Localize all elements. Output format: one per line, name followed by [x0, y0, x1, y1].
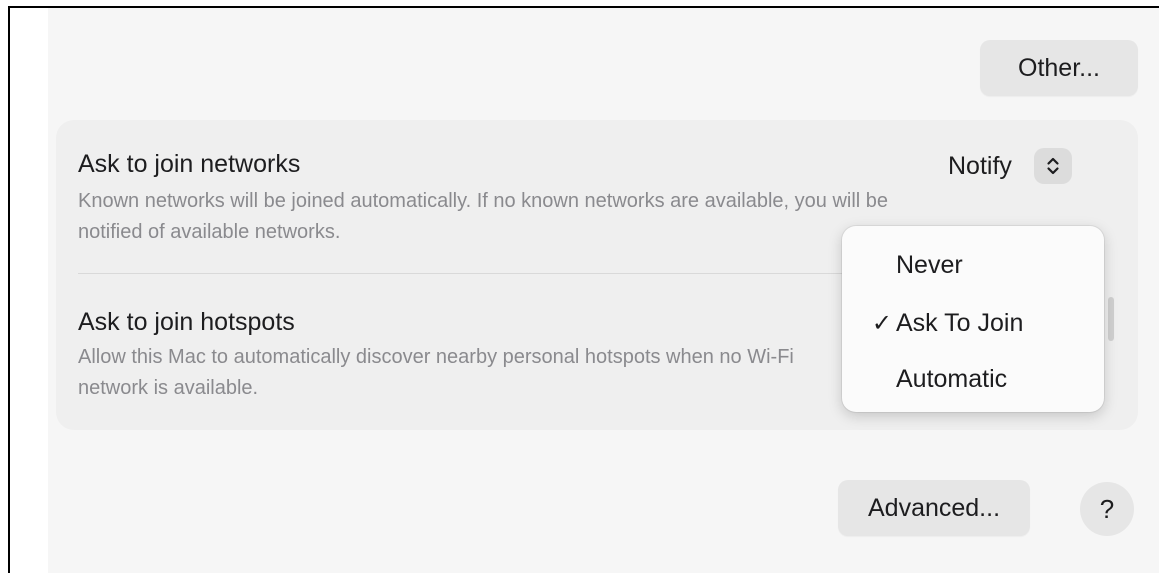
- sidebar-edge: [10, 8, 48, 573]
- wifi-settings-pane: Other... Ask to join networks Known netw…: [48, 8, 1159, 573]
- join-networks-description: Known networks will be joined automatica…: [78, 190, 889, 243]
- join-networks-dropdown-menu: Never ✓ Ask To Join Automatic: [842, 226, 1104, 412]
- menu-item-automatic[interactable]: Automatic: [842, 354, 1104, 404]
- checkmark-icon: ✓: [871, 309, 892, 337]
- help-button[interactable]: ?: [1080, 482, 1134, 536]
- join-networks-value: Notify: [948, 151, 1012, 180]
- join-hotspots-description: Allow this Mac to automatically discover…: [78, 346, 794, 399]
- join-hotspots-select-edge[interactable]: [1108, 297, 1114, 341]
- advanced-button[interactable]: Advanced...: [838, 480, 1030, 536]
- join-networks-title: Ask to join networks: [78, 150, 301, 178]
- menu-item-ask-to-join[interactable]: ✓ Ask To Join: [842, 298, 1104, 348]
- settings-window: Other... Ask to join networks Known netw…: [8, 6, 1159, 573]
- chevron-up-down-icon[interactable]: [1033, 148, 1072, 184]
- join-hotspots-title: Ask to join hotspots: [78, 308, 295, 336]
- menu-item-label: Never: [896, 250, 963, 279]
- join-networks-select[interactable]: Notify: [948, 146, 1072, 186]
- menu-item-label: Ask To Join: [896, 308, 1024, 337]
- other-network-button[interactable]: Other...: [980, 40, 1138, 96]
- menu-item-label: Automatic: [896, 364, 1008, 393]
- menu-item-never[interactable]: Never: [842, 240, 1104, 290]
